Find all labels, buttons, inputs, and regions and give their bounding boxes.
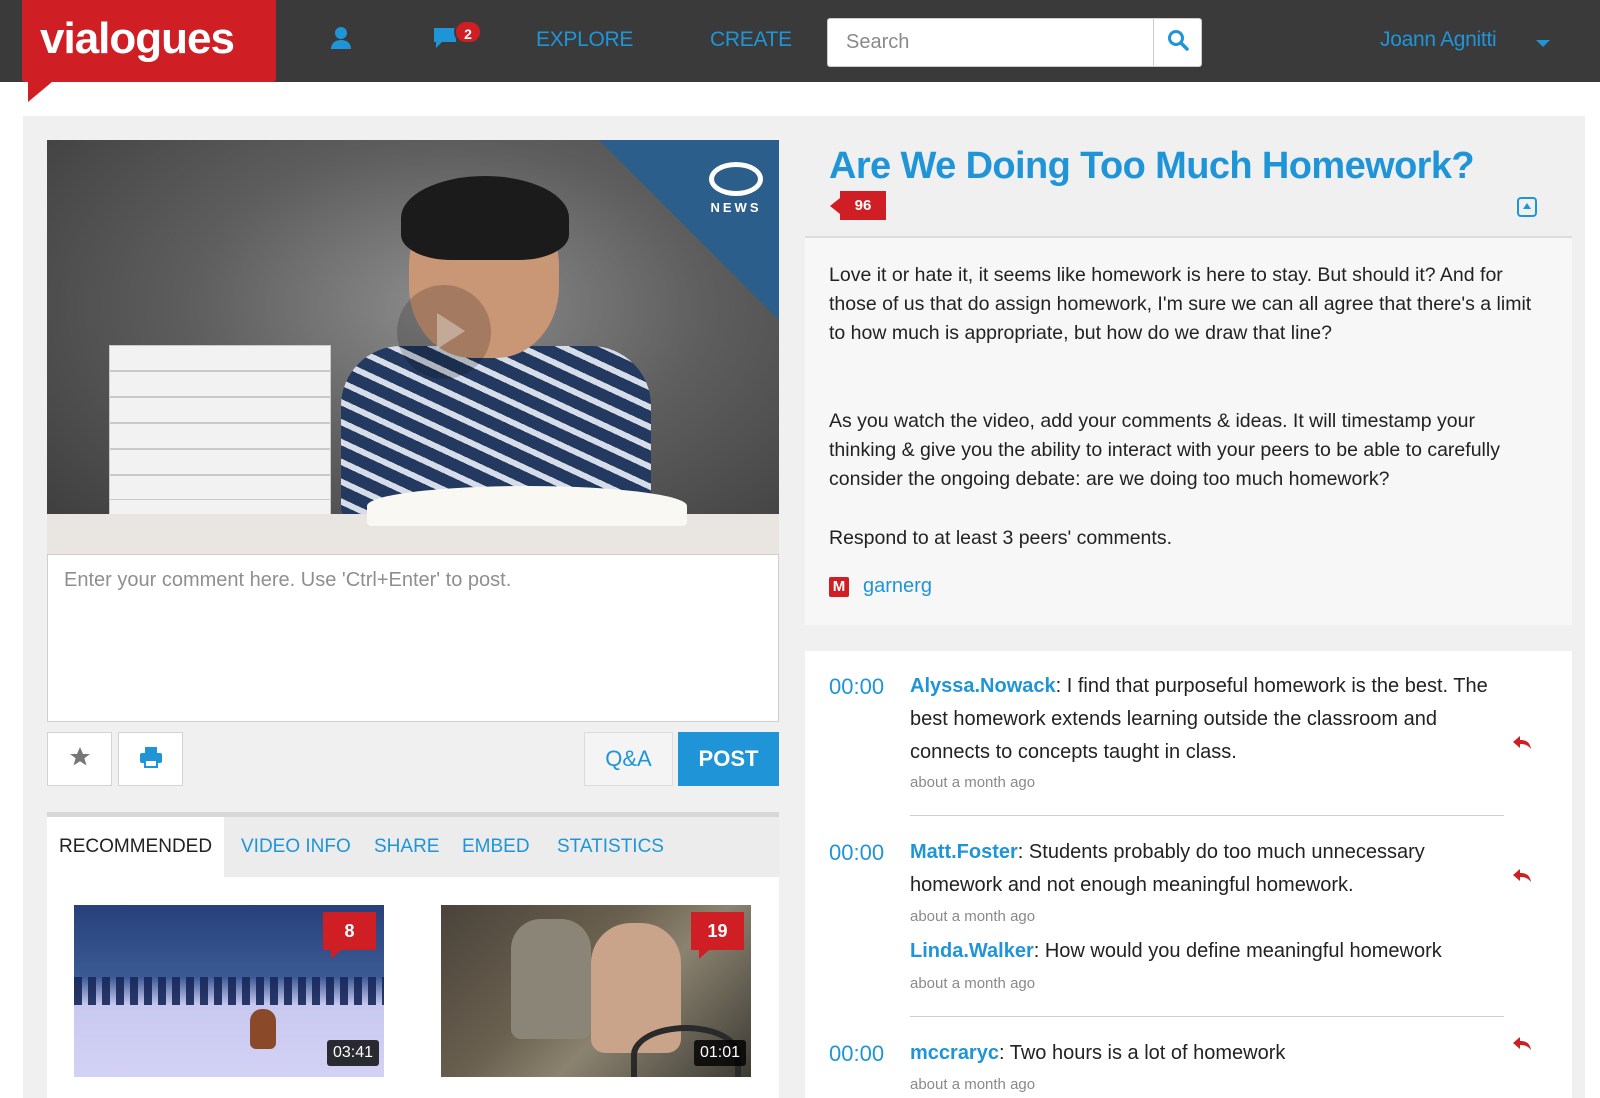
- comment-box: [47, 554, 779, 722]
- post-button[interactable]: POST: [678, 732, 779, 786]
- nav-explore-link[interactable]: EXPLORE: [536, 28, 633, 52]
- comment-body: Matt.Foster: Students probably do too mu…: [910, 836, 1500, 902]
- comment-colon: :: [998, 1042, 1010, 1064]
- comment-body: Alyssa.Nowack: I find that purposeful ho…: [910, 670, 1500, 769]
- comment-text: How would you define meaningful homework: [1044, 940, 1442, 962]
- reply-icon[interactable]: [1512, 735, 1532, 751]
- description-paragraph: Love it or hate it, it seems like homewo…: [829, 264, 1532, 344]
- recommended-video-duration: 03:41: [327, 1040, 380, 1066]
- chevron-down-icon[interactable]: [1536, 40, 1550, 47]
- comment-timestamp[interactable]: 00:00: [829, 1041, 884, 1067]
- logo-speech-tail: [28, 82, 52, 102]
- comment-author[interactable]: Matt.Foster: [910, 841, 1018, 863]
- comment-colon: :: [1033, 940, 1045, 962]
- user-menu-name[interactable]: Joann Agnitti: [1380, 28, 1497, 52]
- description-paragraph: As you watch the video, add your comment…: [829, 410, 1500, 490]
- reply-icon[interactable]: [1512, 1036, 1532, 1052]
- comment-timestamp[interactable]: 00:00: [829, 840, 884, 866]
- comment-reply-body: Linda.Walker: How would you define meani…: [910, 935, 1500, 968]
- discovery-news-logo: NEWS: [709, 162, 763, 215]
- search-button[interactable]: [1153, 19, 1201, 66]
- video-player[interactable]: NEWS: [47, 140, 779, 554]
- top-navigation-bar: vialogues 2 EXPLORE CREATE Joann Agnitti: [0, 0, 1600, 102]
- comment-divider: [910, 1016, 1504, 1017]
- reply-icon[interactable]: [1512, 868, 1532, 884]
- search-icon: [1167, 29, 1189, 56]
- comment-count-badge: 96: [830, 191, 886, 220]
- comment-time-ago: about a month ago: [910, 1076, 1036, 1093]
- comment-timestamp[interactable]: 00:00: [829, 674, 884, 700]
- tab-share[interactable]: SHARE: [374, 817, 439, 877]
- comment-author[interactable]: Alyssa.Nowack: [910, 675, 1056, 697]
- printer-icon: [138, 745, 164, 774]
- tab-statistics[interactable]: STATISTICS: [557, 817, 664, 877]
- tab-embed[interactable]: EMBED: [462, 817, 530, 877]
- tab-recommended[interactable]: RECOMMENDED: [47, 817, 225, 877]
- book-stack-image: [109, 345, 331, 525]
- vialogue-title: Are We Doing Too Much Homework?: [829, 145, 1475, 187]
- tab-video-info[interactable]: VIDEO INFO: [241, 817, 351, 877]
- recommended-comment-count: 19: [691, 912, 744, 959]
- comment-time-ago: about a month ago: [910, 774, 1036, 791]
- print-button[interactable]: [118, 732, 183, 786]
- comment-author[interactable]: mccraryc: [910, 1042, 999, 1064]
- comment-text: Two hours is a lot of homework: [1009, 1042, 1286, 1064]
- recommended-video-duration: 01:01: [694, 1040, 747, 1066]
- user-profile-icon[interactable]: [330, 26, 352, 55]
- qa-button[interactable]: Q&A: [584, 732, 673, 786]
- comment-body: mccraryc: Two hours is a lot of homework: [910, 1037, 1500, 1070]
- star-icon: [68, 745, 92, 774]
- nav-create-link[interactable]: CREATE: [710, 28, 792, 52]
- favorite-button[interactable]: [47, 732, 112, 786]
- description-paragraph: Respond to at least 3 peers' comments.: [829, 527, 1172, 549]
- author-line: M garnerg: [829, 575, 932, 598]
- search-box: [827, 18, 1202, 67]
- comment-input[interactable]: [48, 555, 778, 721]
- search-input[interactable]: [828, 19, 1155, 66]
- comment-colon: :: [1055, 675, 1067, 697]
- comment-time-ago: about a month ago: [910, 908, 1036, 925]
- info-tabs: RECOMMENDED VIDEO INFO SHARE EMBED STATI…: [47, 817, 779, 877]
- vialogues-logo[interactable]: vialogues: [22, 0, 276, 82]
- moderator-badge: M: [829, 576, 849, 597]
- comment-time-ago: about a month ago: [910, 975, 1036, 992]
- open-book-image: [367, 486, 687, 526]
- comment-divider: [910, 815, 1504, 816]
- comment-author[interactable]: Linda.Walker: [910, 940, 1034, 962]
- messages-count-badge: 2: [454, 20, 482, 44]
- comment-colon: :: [1017, 841, 1029, 863]
- collapse-icon[interactable]: [1517, 197, 1537, 217]
- recommended-comment-count: 8: [323, 912, 376, 959]
- globe-icon: [709, 162, 763, 196]
- play-button[interactable]: [397, 285, 491, 379]
- author-link[interactable]: garnerg: [863, 575, 932, 598]
- news-logo-text: NEWS: [710, 200, 762, 215]
